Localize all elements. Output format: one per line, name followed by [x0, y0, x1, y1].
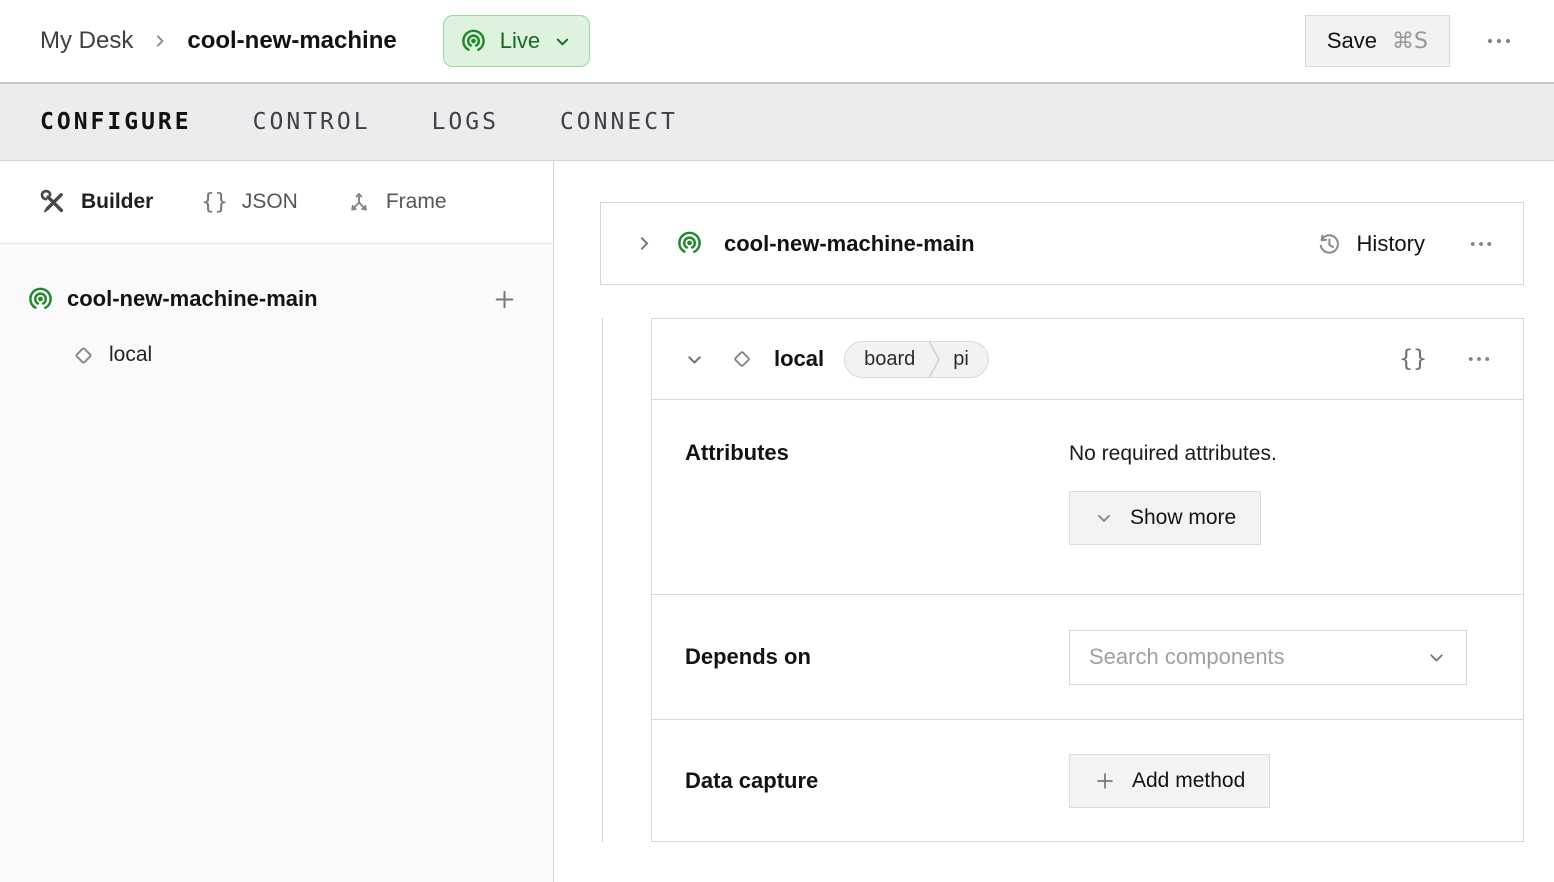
add-method-button[interactable]: Add method	[1069, 754, 1270, 808]
attributes-content: No required attributes. Show more	[1069, 440, 1277, 545]
tab-control[interactable]: CONTROL	[253, 109, 371, 135]
mode-json-label: JSON	[242, 190, 298, 214]
live-status-dropdown[interactable]: Live	[443, 15, 590, 67]
badge-divider-chevron	[928, 341, 941, 378]
tab-connect[interactable]: CONNECT	[560, 109, 678, 135]
frame-axes-icon	[346, 189, 372, 215]
component-menu-button[interactable]	[1465, 348, 1493, 370]
machine-part-icon	[676, 230, 703, 257]
add-method-label: Add method	[1132, 769, 1245, 793]
breadcrumb-current: cool-new-machine	[187, 27, 396, 55]
chevron-down-icon	[1094, 508, 1114, 528]
save-label: Save	[1327, 28, 1377, 54]
save-button[interactable]: Save ⌘S	[1305, 15, 1450, 67]
part-card-title: cool-new-machine-main	[724, 231, 975, 257]
expand-chevron-right-icon[interactable]	[634, 233, 655, 254]
data-capture-label: Data capture	[685, 768, 1069, 794]
depends-on-label: Depends on	[685, 644, 1069, 670]
tree-item-machine-part[interactable]: cool-new-machine-main	[0, 271, 553, 327]
attributes-empty-text: No required attributes.	[1069, 440, 1277, 466]
builder-tools-icon	[40, 189, 67, 216]
history-clock-icon	[1316, 231, 1342, 257]
topbar-menu-button[interactable]	[1484, 29, 1514, 53]
save-shortcut: ⌘S	[1392, 29, 1428, 54]
component-diamond-icon	[70, 342, 97, 369]
live-status-label: Live	[500, 28, 540, 54]
history-label: History	[1357, 231, 1425, 257]
plus-icon	[1094, 770, 1116, 792]
attributes-label: Attributes	[685, 440, 1069, 466]
data-capture-section: Data capture Add method	[652, 720, 1523, 841]
history-button[interactable]: History	[1316, 231, 1425, 257]
tree-item-component-local[interactable]: local	[0, 327, 553, 383]
tab-logs[interactable]: LOGS	[432, 109, 499, 135]
breadcrumb: My Desk cool-new-machine	[40, 27, 397, 55]
chevron-down-icon	[1426, 647, 1447, 668]
ellipsis-icon	[1484, 29, 1514, 53]
machine-part-icon	[27, 286, 54, 313]
machine-online-icon	[460, 28, 487, 55]
chevron-right-icon	[150, 31, 170, 51]
component-card-header: local board pi {}	[652, 319, 1523, 400]
curly-braces-icon: {}	[201, 190, 228, 215]
show-more-button[interactable]: Show more	[1069, 491, 1261, 545]
collapse-chevron-down-icon[interactable]	[684, 349, 705, 370]
hierarchy-rail	[602, 318, 603, 842]
content-area: Builder {} JSON Frame	[0, 161, 1554, 882]
show-more-label: Show more	[1130, 506, 1236, 530]
breadcrumb-root[interactable]: My Desk	[40, 27, 133, 55]
ellipsis-icon	[1465, 348, 1493, 370]
machine-tree: cool-new-machine-main local	[0, 244, 553, 882]
depends-on-section: Depends on Search components	[652, 595, 1523, 720]
add-component-button[interactable]	[492, 287, 517, 312]
depends-on-placeholder: Search components	[1089, 644, 1285, 670]
mode-builder-label: Builder	[81, 190, 153, 214]
mode-frame-label: Frame	[386, 190, 447, 214]
attributes-section: Attributes No required attributes. Show …	[652, 400, 1523, 595]
tab-configure[interactable]: CONFIGURE	[40, 109, 192, 135]
component-type: board	[845, 348, 928, 371]
machine-part-card: cool-new-machine-main History	[600, 202, 1524, 285]
main-tab-bar: CONFIGURE CONTROL LOGS CONNECT	[0, 82, 1554, 161]
tree-component-label: local	[109, 343, 152, 367]
component-title: local	[774, 346, 824, 372]
plus-icon	[492, 287, 517, 312]
mode-frame[interactable]: Frame	[346, 189, 447, 215]
ellipsis-icon	[1467, 233, 1495, 255]
tree-part-label: cool-new-machine-main	[67, 286, 318, 312]
configure-sidebar: Builder {} JSON Frame	[0, 161, 554, 882]
mode-json[interactable]: {} JSON	[201, 190, 298, 215]
component-type-badge: board pi	[844, 341, 989, 378]
part-card-menu-button[interactable]	[1467, 233, 1495, 255]
component-json-button[interactable]: {}	[1399, 346, 1427, 372]
top-bar: My Desk cool-new-machine Live Save ⌘S	[0, 0, 1554, 82]
mode-builder[interactable]: Builder	[40, 189, 153, 216]
component-diamond-icon	[729, 346, 755, 372]
chevron-down-icon	[553, 32, 572, 51]
component-card-local: local board pi {} Attributes No required…	[651, 318, 1524, 842]
component-model: pi	[941, 348, 988, 371]
view-mode-switcher: Builder {} JSON Frame	[0, 161, 553, 244]
configure-main-panel: cool-new-machine-main History local	[554, 161, 1554, 882]
depends-on-select[interactable]: Search components	[1069, 630, 1467, 685]
